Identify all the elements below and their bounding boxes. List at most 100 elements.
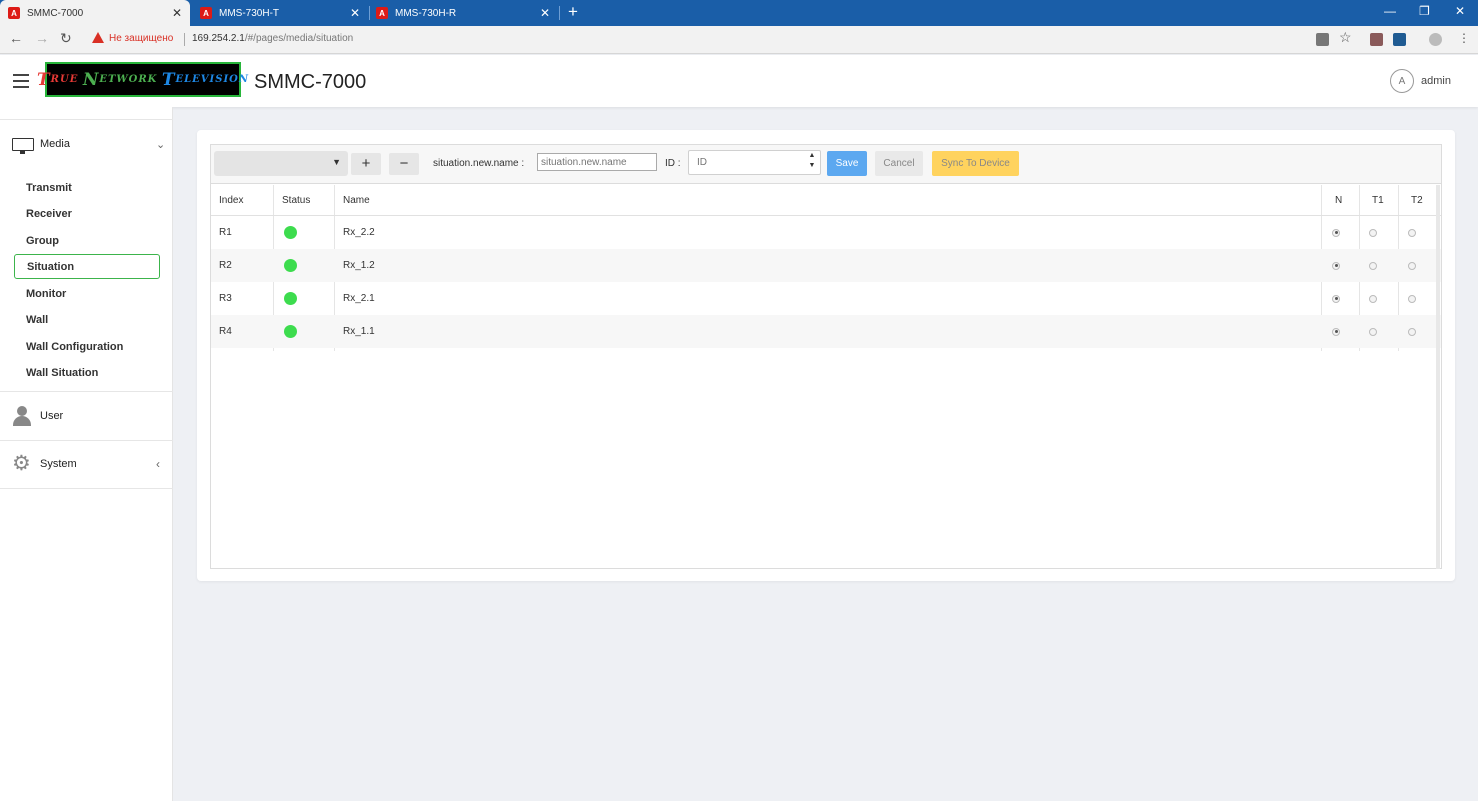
row-name: Rx_2.2 — [343, 227, 375, 238]
column-header-t1[interactable]: T1 — [1372, 185, 1384, 215]
sidebar: Media ⌄ Transmit Receiver Group Situatio… — [0, 107, 173, 801]
id-label: ID : — [665, 158, 681, 169]
table-row[interactable]: R2 Rx_1.2 — [211, 249, 1441, 282]
radio-n[interactable] — [1332, 282, 1340, 315]
security-warning[interactable]: Не защищено — [109, 33, 173, 44]
sidebar-item-receiver[interactable]: Receiver — [14, 201, 160, 226]
radio-n[interactable] — [1332, 249, 1340, 282]
close-icon[interactable]: ✕ — [172, 6, 182, 20]
vertical-scrollbar[interactable] — [1436, 185, 1440, 569]
table-header: Index Status Name N T1 T2 — [211, 185, 1441, 216]
close-icon[interactable]: ✕ — [350, 6, 360, 20]
restore-icon[interactable]: ❐ — [1419, 4, 1430, 18]
status-indicator — [284, 249, 297, 282]
user-name[interactable]: admin — [1421, 75, 1451, 87]
sidebar-item-monitor[interactable]: Monitor — [14, 281, 160, 306]
radio-n[interactable] — [1332, 315, 1340, 348]
column-header-status[interactable]: Status — [282, 185, 310, 215]
browser-tab[interactable]: A MMS-730H-T ✕ — [192, 0, 370, 26]
radio-t2[interactable] — [1408, 315, 1416, 348]
situation-select[interactable]: ▼ — [214, 151, 348, 176]
table-row[interactable]: R4 Rx_1.1 — [211, 315, 1441, 348]
forward-arrow-icon[interactable]: → — [35, 30, 49, 46]
back-arrow-icon[interactable]: ← — [9, 30, 23, 46]
situation-name-input[interactable] — [537, 153, 657, 171]
column-header-n[interactable]: N — [1335, 185, 1342, 215]
status-dot-icon — [284, 259, 297, 272]
close-icon[interactable]: ✕ — [540, 6, 550, 20]
radio-button[interactable] — [1332, 327, 1340, 336]
status-indicator — [284, 315, 297, 348]
radio-button[interactable] — [1408, 228, 1416, 237]
row-name: Rx_2.1 — [343, 293, 375, 304]
add-button[interactable]: + — [351, 153, 381, 175]
save-button[interactable]: Save — [827, 151, 867, 176]
radio-t1[interactable] — [1369, 216, 1377, 249]
column-header-t2[interactable]: T2 — [1411, 185, 1423, 215]
sync-to-device-button[interactable]: Sync To Device — [932, 151, 1019, 176]
radio-button[interactable] — [1369, 228, 1377, 237]
browser-tab[interactable]: A SMMC-7000 ✕ — [0, 0, 190, 26]
radio-t1[interactable] — [1369, 315, 1377, 348]
user-icon — [12, 406, 32, 426]
browser-tab[interactable]: A MMS-730H-R ✕ — [368, 0, 560, 26]
radio-button[interactable] — [1408, 261, 1416, 270]
column-header-index[interactable]: Index — [219, 185, 243, 215]
radio-t2[interactable] — [1408, 249, 1416, 282]
radio-button[interactable] — [1332, 294, 1340, 303]
sidebar-item-wall-configuration[interactable]: Wall Configuration — [14, 334, 160, 359]
sidebar-item-transmit[interactable]: Transmit — [14, 175, 160, 200]
reload-icon[interactable]: ↻ — [60, 30, 72, 47]
table-row[interactable]: R1 Rx_2.2 — [211, 216, 1441, 249]
row-index: R2 — [219, 260, 232, 271]
new-tab-icon[interactable]: + — [568, 2, 578, 22]
row-name: Rx_1.1 — [343, 326, 375, 337]
sidebar-group-media[interactable]: Media ⌄ — [0, 132, 173, 156]
status-dot-icon — [284, 226, 297, 239]
radio-button[interactable] — [1369, 294, 1377, 303]
avatar[interactable]: A — [1390, 69, 1414, 93]
tab-title: MMS-730H-R — [395, 7, 457, 19]
bookmark-star-icon[interactable]: ☆ — [1339, 29, 1352, 46]
translate-icon[interactable] — [1316, 33, 1329, 46]
profile-icon[interactable] — [1429, 33, 1442, 46]
hamburger-menu-icon[interactable] — [13, 74, 29, 92]
toolbar: ▼ + − situation.new.name : ID : ▲▼ Save … — [211, 145, 1441, 184]
radio-button[interactable] — [1332, 261, 1340, 270]
status-indicator — [284, 216, 297, 249]
radio-t2[interactable] — [1408, 216, 1416, 249]
cancel-button[interactable]: Cancel — [875, 151, 923, 176]
radio-button[interactable] — [1408, 294, 1416, 303]
sidebar-item-wall[interactable]: Wall — [14, 307, 160, 332]
url-field[interactable]: 169.254.2.1/#/pages/media/situation — [192, 33, 353, 44]
app-header: T RUE N ETWORK T ELEVISION SMMC-7000 A admi… — [0, 55, 1478, 107]
app-title: SMMC-7000 — [254, 71, 367, 93]
column-header-name[interactable]: Name — [343, 185, 370, 215]
radio-t2[interactable] — [1408, 282, 1416, 315]
status-dot-icon — [284, 292, 297, 305]
sidebar-group-user[interactable]: User — [0, 404, 173, 428]
radio-button[interactable] — [1369, 261, 1377, 270]
id-stepper[interactable]: ▲ ▼ — [806, 151, 818, 173]
minimize-icon[interactable]: — — [1384, 4, 1396, 18]
sidebar-group-system[interactable]: ⚙ System ‹ — [0, 452, 173, 476]
extension-icon[interactable] — [1370, 33, 1383, 46]
table-row[interactable]: R3 Rx_2.1 — [211, 282, 1441, 315]
tab-title: SMMC-7000 — [27, 7, 84, 19]
sidebar-item-situation[interactable]: Situation — [14, 254, 160, 279]
remove-button[interactable]: − — [389, 153, 419, 175]
browser-tab-bar: A SMMC-7000 ✕ A MMS-730H-T ✕ A MMS-730H-… — [0, 0, 1478, 26]
radio-t1[interactable] — [1369, 282, 1377, 315]
radio-n[interactable] — [1332, 216, 1340, 249]
sidebar-group-label: System — [40, 458, 77, 470]
window-close-icon[interactable]: ✕ — [1455, 4, 1465, 18]
menu-dots-icon[interactable]: ⋮ — [1458, 31, 1470, 45]
id-input[interactable] — [688, 150, 821, 175]
radio-t1[interactable] — [1369, 249, 1377, 282]
radio-button[interactable] — [1408, 327, 1416, 336]
radio-button[interactable] — [1369, 327, 1377, 336]
extension-icon[interactable] — [1393, 33, 1406, 46]
sidebar-item-wall-situation[interactable]: Wall Situation — [14, 360, 160, 385]
radio-button[interactable] — [1332, 228, 1340, 237]
sidebar-item-group[interactable]: Group — [14, 228, 160, 253]
